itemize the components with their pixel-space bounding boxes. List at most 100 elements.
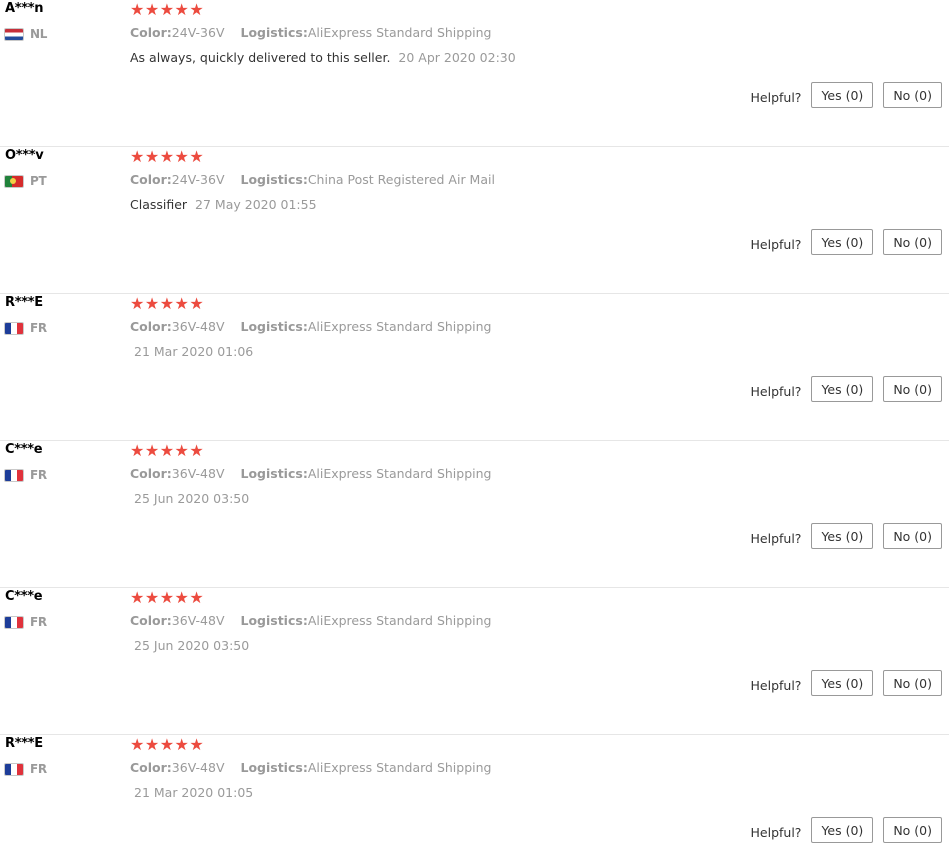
review-date: 27 May 2020 01:55 bbox=[195, 197, 317, 212]
reviewer-name: A***n bbox=[5, 1, 44, 16]
feedback-text: Classifier bbox=[130, 197, 188, 212]
review-item: O***v PT ★★★★★ Color:24V-36V Logistics:C… bbox=[0, 147, 949, 294]
review-date: 21 Mar 2020 01:06 bbox=[134, 344, 254, 359]
helpful-vote: Helpful? Yes (0) No (0) bbox=[751, 82, 942, 108]
netherlands-flag-icon bbox=[4, 27, 24, 41]
reviewer-country: FR bbox=[4, 762, 47, 776]
color-label: Color: bbox=[130, 172, 172, 187]
helpful-vote: Helpful? Yes (0) No (0) bbox=[751, 376, 942, 402]
logistics-value: AliExpress Standard Shipping bbox=[307, 25, 492, 40]
helpful-yes-button[interactable]: Yes (0) bbox=[811, 376, 874, 402]
color-value: 24V-36V bbox=[171, 25, 225, 40]
portugal-flag-icon bbox=[4, 174, 24, 188]
review-feedback: 25 Jun 2020 03:50 bbox=[130, 491, 249, 506]
helpful-vote: Helpful? Yes (0) No (0) bbox=[751, 523, 942, 549]
reviewer-country: NL bbox=[4, 27, 47, 41]
reviewer-name: C***e bbox=[5, 442, 43, 457]
color-value: 36V-48V bbox=[171, 760, 225, 775]
country-code: FR bbox=[30, 321, 47, 335]
helpful-no-button[interactable]: No (0) bbox=[883, 376, 942, 402]
purchase-attributes: Color:36V-48V Logistics:AliExpress Stand… bbox=[130, 613, 503, 628]
review-date: 25 Jun 2020 03:50 bbox=[134, 491, 250, 506]
helpful-label: Helpful? bbox=[750, 530, 802, 546]
review-item: C***e FR ★★★★★ Color:36V-48V Logistics:A… bbox=[0, 441, 949, 588]
country-code: PT bbox=[30, 174, 47, 188]
review-date: 21 Mar 2020 01:05 bbox=[134, 785, 254, 800]
review-feedback: 21 Mar 2020 01:05 bbox=[130, 785, 253, 800]
review-feedback: 25 Jun 2020 03:50 bbox=[130, 638, 249, 653]
purchase-attributes: Color:24V-36V Logistics:AliExpress Stand… bbox=[130, 25, 503, 40]
helpful-no-button[interactable]: No (0) bbox=[883, 817, 942, 843]
review-item: C***e FR ★★★★★ Color:36V-48V Logistics:A… bbox=[0, 588, 949, 735]
review-date: 25 Jun 2020 03:50 bbox=[134, 638, 250, 653]
helpful-yes-button[interactable]: Yes (0) bbox=[811, 229, 874, 255]
review-feedback: Classifier 27 May 2020 01:55 bbox=[130, 197, 317, 212]
color-label: Color: bbox=[130, 319, 172, 334]
helpful-yes-button[interactable]: Yes (0) bbox=[811, 670, 874, 696]
helpful-yes-button[interactable]: Yes (0) bbox=[811, 82, 874, 108]
purchase-attributes: Color:36V-48V Logistics:AliExpress Stand… bbox=[130, 319, 503, 334]
helpful-yes-button[interactable]: Yes (0) bbox=[811, 817, 874, 843]
country-code: FR bbox=[30, 615, 47, 629]
france-flag-icon bbox=[4, 321, 24, 335]
helpful-no-button[interactable]: No (0) bbox=[883, 229, 942, 255]
helpful-label: Helpful? bbox=[750, 383, 802, 399]
helpful-no-button[interactable]: No (0) bbox=[883, 670, 942, 696]
logistics-value: AliExpress Standard Shipping bbox=[307, 760, 492, 775]
helpful-no-button[interactable]: No (0) bbox=[883, 523, 942, 549]
star-rating: ★★★★★ bbox=[130, 294, 205, 313]
logistics-label: Logistics: bbox=[240, 760, 308, 775]
logistics-label: Logistics: bbox=[240, 613, 308, 628]
logistics-value: AliExpress Standard Shipping bbox=[307, 613, 492, 628]
reviewer-country: FR bbox=[4, 468, 47, 482]
review-feedback: 21 Mar 2020 01:06 bbox=[130, 344, 253, 359]
star-rating: ★★★★★ bbox=[130, 735, 205, 754]
feedback-text: As always, quickly delivered to this sel… bbox=[130, 50, 391, 65]
review-item: R***E FR ★★★★★ Color:36V-48V Logistics:A… bbox=[0, 294, 949, 441]
helpful-vote: Helpful? Yes (0) No (0) bbox=[751, 817, 942, 843]
helpful-yes-button[interactable]: Yes (0) bbox=[811, 523, 874, 549]
star-rating: ★★★★★ bbox=[130, 441, 205, 460]
star-rating: ★★★★★ bbox=[130, 588, 205, 607]
reviewer-name: O***v bbox=[5, 148, 44, 163]
logistics-value: China Post Registered Air Mail bbox=[307, 172, 495, 187]
country-code: FR bbox=[30, 762, 47, 776]
color-value: 24V-36V bbox=[171, 172, 225, 187]
logistics-value: AliExpress Standard Shipping bbox=[307, 466, 492, 481]
logistics-label: Logistics: bbox=[240, 172, 308, 187]
color-value: 36V-48V bbox=[171, 319, 225, 334]
reviewer-name: R***E bbox=[5, 736, 43, 751]
star-rating: ★★★★★ bbox=[130, 147, 205, 166]
review-feedback: As always, quickly delivered to this sel… bbox=[130, 50, 516, 65]
country-code: FR bbox=[30, 468, 47, 482]
logistics-label: Logistics: bbox=[240, 319, 308, 334]
france-flag-icon bbox=[4, 615, 24, 629]
reviewer-name: R***E bbox=[5, 295, 43, 310]
helpful-label: Helpful? bbox=[750, 824, 802, 840]
review-list: A***n NL ★★★★★ Color:24V-36V Logistics:A… bbox=[0, 0, 949, 851]
review-date: 20 Apr 2020 02:30 bbox=[398, 50, 516, 65]
reviewer-country: FR bbox=[4, 321, 47, 335]
purchase-attributes: Color:36V-48V Logistics:AliExpress Stand… bbox=[130, 466, 503, 481]
helpful-label: Helpful? bbox=[750, 677, 802, 693]
helpful-no-button[interactable]: No (0) bbox=[883, 82, 942, 108]
reviewer-name: C***e bbox=[5, 589, 43, 604]
review-item: A***n NL ★★★★★ Color:24V-36V Logistics:A… bbox=[0, 0, 949, 147]
reviewer-country: PT bbox=[4, 174, 47, 188]
helpful-vote: Helpful? Yes (0) No (0) bbox=[751, 670, 942, 696]
color-value: 36V-48V bbox=[171, 466, 225, 481]
color-label: Color: bbox=[130, 466, 172, 481]
color-label: Color: bbox=[130, 760, 172, 775]
review-item: R***E FR ★★★★★ Color:36V-48V Logistics:A… bbox=[0, 735, 949, 851]
reviewer-country: FR bbox=[4, 615, 47, 629]
helpful-label: Helpful? bbox=[750, 89, 802, 105]
logistics-label: Logistics: bbox=[240, 25, 308, 40]
helpful-vote: Helpful? Yes (0) No (0) bbox=[751, 229, 942, 255]
color-label: Color: bbox=[130, 25, 172, 40]
helpful-label: Helpful? bbox=[750, 236, 802, 252]
purchase-attributes: Color:36V-48V Logistics:AliExpress Stand… bbox=[130, 760, 503, 775]
color-label: Color: bbox=[130, 613, 172, 628]
country-code: NL bbox=[30, 27, 48, 41]
logistics-label: Logistics: bbox=[240, 466, 308, 481]
star-rating: ★★★★★ bbox=[130, 0, 205, 19]
